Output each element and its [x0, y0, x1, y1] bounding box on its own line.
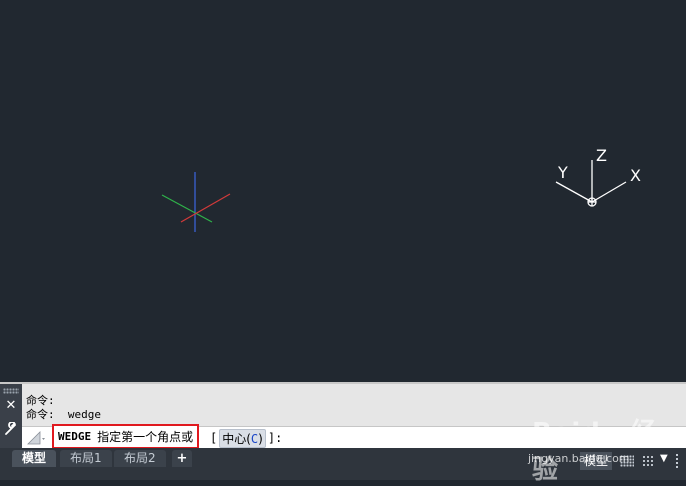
- option-center-close: ): [258, 431, 263, 446]
- command-line[interactable]: WEDGE 指定第一个角点或 [ 中心(C) ]:: [22, 424, 686, 449]
- command-prompt-text: 指定第一个角点或: [97, 430, 194, 444]
- layout-tab-bar: 模型 布局1 布局2 + 模型 ▼: [0, 448, 686, 480]
- grid-icon[interactable]: [620, 455, 634, 467]
- drawing-canvas[interactable]: Z Y X: [0, 0, 686, 382]
- x-axis-line: [180, 193, 231, 223]
- command-history: 命令: 命令: wedge: [26, 394, 676, 424]
- current-command-name: WEDGE: [58, 430, 92, 443]
- status-bar: 模型 ▼: [580, 452, 686, 472]
- status-more-handle[interactable]: [676, 454, 680, 468]
- ucs-z-label: Z: [596, 146, 607, 165]
- add-layout-button[interactable]: +: [172, 450, 192, 467]
- ucs-y-axis: [555, 181, 593, 203]
- history-line: 命令: wedge: [26, 408, 101, 421]
- options-close-bracket: ]:: [267, 431, 283, 445]
- tab-layout2[interactable]: 布局2: [114, 450, 166, 467]
- option-center[interactable]: 中心(C): [219, 428, 266, 448]
- wrench-icon[interactable]: [4, 422, 18, 436]
- active-command-highlight: WEDGE 指定第一个角点或: [52, 424, 200, 449]
- command-window-sidebar: ✕: [0, 384, 22, 448]
- ucs-x-axis: [591, 181, 627, 203]
- close-icon[interactable]: ✕: [5, 399, 17, 413]
- command-options: [ 中心(C) ]:: [210, 428, 283, 448]
- history-line: 命令:: [26, 394, 55, 407]
- option-center-label: 中心(: [222, 431, 251, 446]
- drag-grip[interactable]: [3, 388, 19, 394]
- ucs-y-label: Y: [557, 163, 568, 182]
- tab-layout1[interactable]: 布局1: [60, 450, 112, 467]
- model-space-toggle[interactable]: 模型: [580, 452, 613, 470]
- command-prompt-icon[interactable]: [26, 430, 48, 446]
- options-open-bracket: [: [210, 431, 218, 445]
- snap-icon[interactable]: [642, 455, 654, 467]
- caret-down-icon[interactable]: ▼: [660, 453, 668, 464]
- drawing-area: Z Y X: [161, 146, 641, 232]
- tab-model[interactable]: 模型: [12, 450, 57, 467]
- crosshair-cursor: [161, 172, 231, 232]
- ucs-x-label: X: [630, 166, 641, 185]
- command-window: ✕ 命令: 命令: wedge WEDGE 指定第一个角点或 [ 中心(C) ]…: [0, 382, 686, 449]
